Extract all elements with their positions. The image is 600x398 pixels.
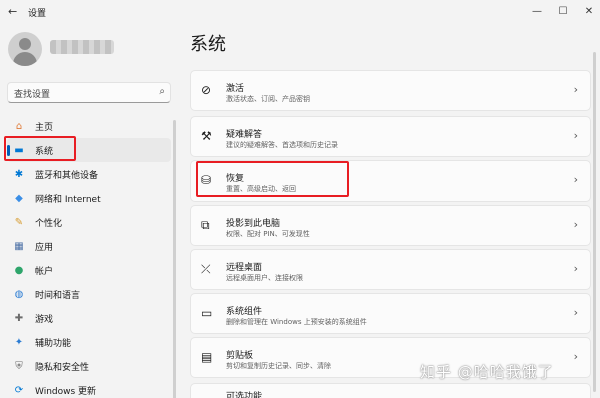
- search-input[interactable]: 查找设置: [14, 87, 50, 100]
- sidebar-item-personalization[interactable]: ✎ 个性化: [7, 210, 171, 234]
- network-icon: ◆: [15, 192, 23, 204]
- home-icon: ⌂: [15, 120, 23, 132]
- activation-icon: ⊘: [201, 82, 212, 97]
- chevron-right-icon: ›: [573, 261, 578, 275]
- time-language-icon: ◍: [14, 288, 24, 300]
- chevron-right-icon: ›: [573, 173, 578, 186]
- system-components-icon: ▭: [201, 305, 213, 320]
- sidebar-item-apps[interactable]: ▦ 应用: [7, 234, 171, 258]
- card-title: 可选功能: [226, 392, 263, 398]
- projecting-icon: ⧉: [201, 217, 210, 232]
- search-box[interactable]: 查找设置 ⌕: [7, 82, 171, 103]
- card-title: 系统组件: [226, 307, 263, 317]
- sidebar-item-label: Windows 更新: [35, 386, 97, 397]
- accounts-icon: ●: [14, 264, 24, 276]
- chevron-right-icon: ›: [573, 305, 578, 319]
- clipboard-icon: ▤: [201, 349, 213, 364]
- sidebar-item-network[interactable]: ◆ 网络和 Internet: [7, 186, 171, 210]
- card-title: 剪贴板: [226, 351, 254, 361]
- sidebar-item-time-language[interactable]: ◍ 时间和语言: [7, 282, 171, 306]
- sidebar-item-home[interactable]: ⌂ 主页: [7, 114, 171, 138]
- card-subtitle: 剪切和复制历史记录、同步、清除: [226, 362, 331, 370]
- card-system-components[interactable]: ▭ 系统组件 删除和管理在 Windows 上预安装的系统组件 ›: [190, 293, 591, 334]
- avatar-body-icon: [13, 52, 37, 66]
- sidebar-item-label: 个性化: [35, 218, 63, 229]
- card-subtitle: 建议的疑难解答、首选项和历史记录: [226, 141, 338, 149]
- sidebar-item-label: 应用: [35, 242, 54, 253]
- accessibility-icon: ✦: [14, 336, 24, 348]
- sidebar-item-label: 网络和 Internet: [35, 194, 101, 205]
- sidebar-item-label: 游戏: [35, 314, 54, 325]
- chevron-right-icon: ›: [573, 128, 578, 142]
- sidebar-item-label: 主页: [35, 122, 54, 133]
- sidebar-item-bluetooth[interactable]: ✱ 蓝牙和其他设备: [7, 162, 171, 186]
- sidebar-item-label: 蓝牙和其他设备: [35, 170, 99, 181]
- card-subtitle: 远程桌面用户、连接权限: [226, 274, 303, 282]
- sidebar-item-privacy[interactable]: ⛨ 隐私和安全性: [7, 354, 171, 378]
- close-button[interactable]: ✕: [572, 0, 600, 22]
- sidebar-item-label: 帐户: [35, 266, 54, 277]
- sidebar-item-label: 隐私和安全性: [35, 362, 90, 373]
- watermark: 知乎 @哈哈我饿了: [420, 363, 554, 381]
- sidebar-scrollbar[interactable]: [173, 120, 176, 398]
- sidebar-item-label: 时间和语言: [35, 290, 81, 301]
- sidebar-item-accessibility[interactable]: ✦ 辅助功能: [7, 330, 171, 354]
- remote-desktop-icon: ⤫: [201, 261, 211, 276]
- card-title: 远程桌面: [226, 263, 263, 273]
- personalization-icon: ✎: [14, 216, 24, 228]
- windows-update-icon: ⟳: [14, 384, 24, 396]
- username-blurred: [50, 40, 114, 54]
- card-remote-desktop[interactable]: ⤫ 远程桌面 远程桌面用户、连接权限 ›: [190, 249, 591, 290]
- card-activation[interactable]: ⊘ 激活 激活状态、订阅、产品密钥 ›: [190, 70, 591, 111]
- search-icon: ⌕: [159, 86, 165, 97]
- sidebar-item-gaming[interactable]: ✚ 游戏: [7, 306, 171, 330]
- card-optional-features[interactable]: 可选功能: [190, 383, 591, 398]
- apps-icon: ▦: [14, 240, 24, 252]
- highlight-box-recovery: [196, 161, 349, 197]
- back-arrow-icon[interactable]: ←: [8, 5, 17, 18]
- sidebar-item-label: 辅助功能: [35, 338, 72, 349]
- card-title: 疑难解答: [226, 130, 263, 140]
- card-subtitle: 激活状态、订阅、产品密钥: [226, 95, 310, 103]
- chevron-right-icon: ›: [573, 82, 578, 96]
- avatar-head-icon: [19, 38, 31, 50]
- highlight-box-system: [4, 136, 76, 161]
- card-title: 投影到此电脑: [226, 219, 281, 229]
- card-projecting[interactable]: ⧉ 投影到此电脑 权限、配对 PIN、可发现性 ›: [190, 205, 591, 246]
- sidebar-item-windows-update[interactable]: ⟳ Windows 更新: [7, 378, 171, 398]
- chevron-right-icon: ›: [573, 217, 578, 231]
- avatar[interactable]: [8, 32, 42, 66]
- troubleshoot-icon: ⚒: [201, 128, 212, 143]
- chevron-right-icon: ›: [573, 349, 578, 363]
- sidebar-item-accounts[interactable]: ● 帐户: [7, 258, 171, 282]
- privacy-icon: ⛨: [15, 360, 23, 372]
- window-title: 设置: [28, 9, 47, 19]
- card-subtitle: 权限、配对 PIN、可发现性: [226, 230, 310, 238]
- card-troubleshoot[interactable]: ⚒ 疑难解答 建议的疑难解答、首选项和历史记录 ›: [190, 116, 591, 157]
- gaming-icon: ✚: [14, 312, 24, 324]
- page-title: 系统: [190, 34, 226, 55]
- card-subtitle: 删除和管理在 Windows 上预安装的系统组件: [226, 318, 367, 326]
- bluetooth-icon: ✱: [14, 168, 24, 180]
- content-scrollbar[interactable]: [593, 52, 596, 392]
- title-bar: ← 设置 — ☐ ✕: [0, 0, 600, 24]
- card-title: 激活: [226, 84, 245, 94]
